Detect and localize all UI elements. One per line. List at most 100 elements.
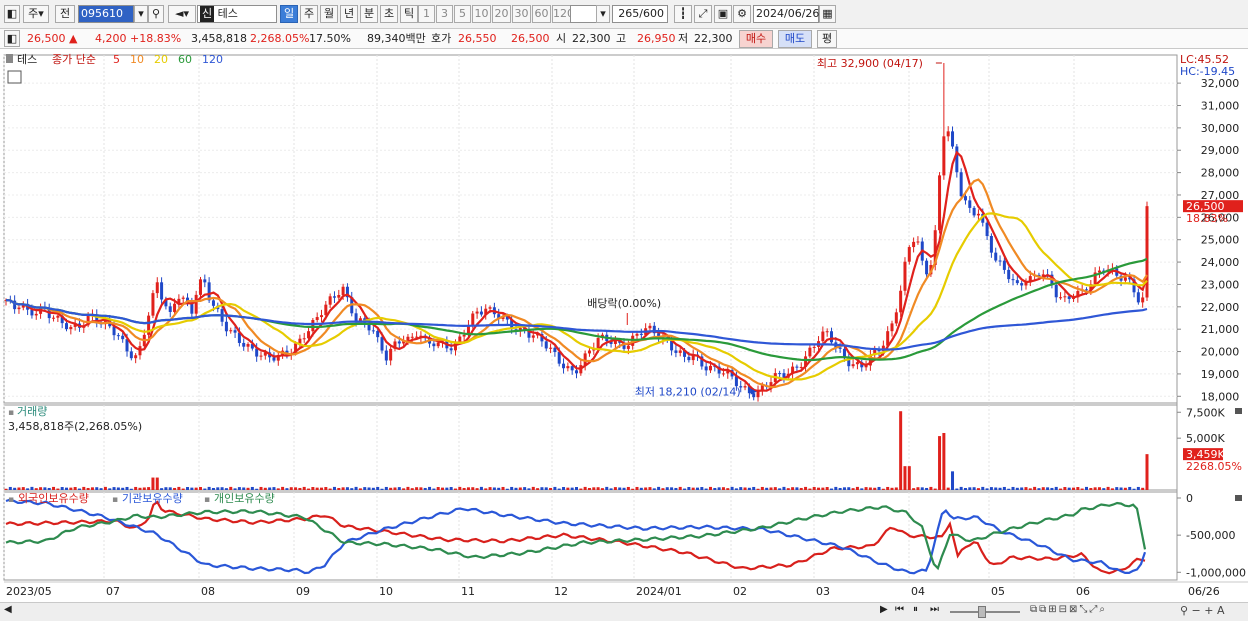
speaker-icon[interactable]: ◄▾ [168, 5, 196, 23]
pause-icon[interactable]: ⏸ [913, 604, 918, 615]
holdings-panel-frame [3, 491, 1178, 581]
period-tab-0[interactable]: 일 [280, 5, 298, 23]
candle-body [389, 348, 393, 361]
eval-button[interactable]: 평 [817, 30, 837, 48]
volume-bar [523, 487, 527, 490]
period-tab-2[interactable]: 월 [320, 5, 338, 23]
volume-bar [69, 487, 73, 490]
candle-body [449, 348, 453, 351]
chart-area[interactable]: 2023/05 07 08 09 10 11 12 2024/01 02 03 04 05 06 06/2… [0, 49, 1248, 602]
volume-bar [229, 486, 233, 490]
turnover: 17.50% [309, 32, 351, 45]
zoom-slider-thumb[interactable] [978, 606, 986, 618]
candle-type-icon[interactable]: ┇ [674, 5, 692, 23]
minute-tab-6[interactable]: 60 [532, 5, 551, 23]
scroll-right-icon[interactable]: ▶ [880, 604, 888, 615]
minute-tab-5[interactable]: 30 [512, 5, 531, 23]
window-icon[interactable]: ◧ [4, 5, 20, 23]
candle-body [324, 304, 328, 316]
save-icon[interactable]: ▣ [714, 5, 732, 23]
period-tab-4[interactable]: 분 [360, 5, 378, 23]
volume-bar [842, 487, 846, 490]
candle-body [557, 352, 561, 364]
stock-code-input[interactable]: 095610 [78, 5, 134, 23]
candle-body [190, 303, 194, 314]
volume-bar [1067, 487, 1071, 490]
candle-body [575, 370, 578, 374]
view-tools-icon[interactable]: ⧉⧉⊞⊟⊠⤡⤢⌕ [1030, 604, 1107, 615]
volume-bar [756, 488, 760, 490]
scroll-left-icon[interactable]: ◀ [4, 604, 12, 615]
volume-bar [855, 486, 859, 490]
candle-body [687, 356, 691, 361]
candle-body [998, 260, 1002, 262]
candle-body [851, 364, 855, 367]
volume-bar [332, 486, 336, 490]
volume-bar [475, 488, 479, 490]
volume-bar [30, 486, 34, 490]
candle-body [354, 313, 358, 322]
x-axis-last-date: 06/26 [1188, 585, 1220, 598]
market-select[interactable]: 주▾ [23, 5, 49, 23]
candle-body [121, 335, 125, 340]
quote-toggle-icon[interactable]: ◧ [4, 30, 20, 47]
period-tab-3[interactable]: 년 [340, 5, 358, 23]
volume-bar [752, 486, 756, 490]
minute-tab-3[interactable]: 10 [472, 5, 491, 23]
volume-bar [907, 466, 911, 490]
prev-button[interactable]: 전 [55, 5, 75, 23]
bottom-scrollbar[interactable]: ◀ ▶ ⏮ ⏸ ⏭ ⧉⧉⊞⊟⊠⤡⤢⌕ ⚲ − + A [0, 602, 1248, 621]
zoom-controls-icon[interactable]: ⚲ − + A [1180, 604, 1225, 617]
volume-bar [8, 486, 12, 490]
minute-tab-2[interactable]: 5 [454, 5, 471, 23]
candle-body [129, 351, 133, 359]
count-field[interactable]: 265/600 [612, 5, 668, 23]
volume-bar [920, 487, 924, 490]
minute-tab-1[interactable]: 3 [436, 5, 453, 23]
volume-bar [1011, 486, 1015, 490]
draw-tool-icon[interactable]: ⤢ [694, 5, 712, 23]
stock-name-field[interactable]: 신 테스 [197, 5, 277, 23]
date-field[interactable]: 2024/06/26 [753, 5, 819, 23]
volume-bar [579, 488, 583, 490]
period-tab-1[interactable]: 주 [300, 5, 318, 23]
volume-bar [894, 487, 898, 490]
volume-bar [86, 487, 90, 490]
volume-bar [1132, 488, 1136, 490]
volume-bar [553, 486, 557, 490]
volume-bar [328, 488, 332, 490]
period-tab-6[interactable]: 틱 [400, 5, 418, 23]
volume-bar [320, 487, 324, 490]
code-dropdown-icon[interactable]: ▾ [134, 5, 148, 23]
candle-body [959, 172, 963, 197]
price-tick-label: 22,000 [1201, 301, 1240, 314]
volume-bar [168, 487, 172, 490]
calendar-icon[interactable]: ▦ [819, 5, 836, 23]
volume-bar [726, 488, 730, 490]
candle-body [778, 373, 782, 375]
unit-dropdown-icon[interactable]: ▾ [596, 5, 610, 23]
candle-body [198, 279, 202, 295]
buy-button[interactable]: 매수 [739, 30, 773, 48]
last-page-icon[interactable]: ⏭ [930, 604, 939, 615]
first-page-icon[interactable]: ⏮ [895, 604, 904, 615]
volume-bar [263, 487, 267, 490]
volume-bar [808, 488, 812, 490]
price-tick-label: 30,000 [1201, 122, 1240, 135]
gear-icon[interactable]: ⚙ [733, 5, 751, 23]
panel-menu-icon [6, 54, 13, 63]
volume-bar [410, 488, 414, 490]
search-icon[interactable]: ⚲ [148, 5, 164, 23]
volume-bar [652, 488, 656, 490]
candle-body [341, 286, 345, 296]
candle-body [488, 307, 492, 309]
minute-tab-4[interactable]: 20 [492, 5, 511, 23]
volume-bar [639, 487, 643, 490]
period-tab-5[interactable]: 초 [380, 5, 398, 23]
ma-legend-20: 20 [154, 53, 168, 66]
minute-tab-0[interactable]: 1 [418, 5, 435, 23]
volume-bar [125, 486, 129, 490]
sell-button[interactable]: 매도 [778, 30, 812, 48]
candle-body [976, 213, 980, 216]
volume-bar [985, 488, 989, 490]
